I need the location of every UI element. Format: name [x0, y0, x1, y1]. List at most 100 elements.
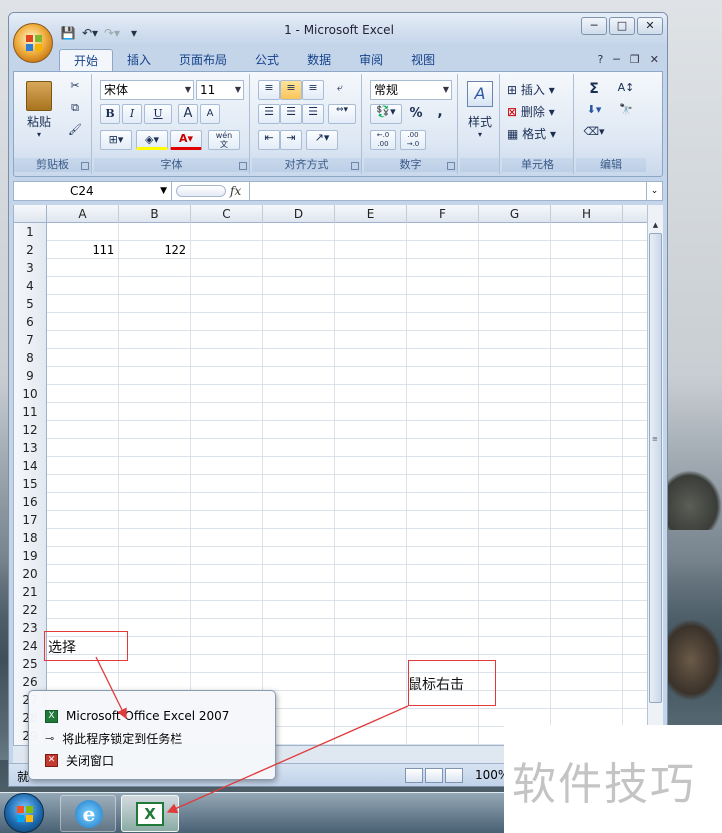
cell[interactable] [119, 331, 191, 349]
cell[interactable] [335, 637, 407, 655]
cell[interactable] [119, 493, 191, 511]
cell[interactable] [119, 601, 191, 619]
cell[interactable] [479, 457, 551, 475]
cell[interactable]: 111 [47, 241, 119, 259]
wrap-text-icon[interactable]: ⤶ [328, 80, 352, 100]
cell[interactable] [191, 601, 263, 619]
cell[interactable] [263, 385, 335, 403]
cell[interactable] [479, 313, 551, 331]
grow-font-button[interactable]: A [178, 104, 198, 124]
cell[interactable] [551, 673, 623, 691]
row-header[interactable]: 3 [14, 259, 47, 277]
styles-button[interactable]: A 样式 ▾ [464, 78, 496, 148]
cell[interactable] [551, 475, 623, 493]
column-header[interactable]: B [119, 205, 191, 223]
phonetic-button[interactable]: wén 文 [208, 130, 240, 150]
borders-button[interactable]: ⊞▾ [100, 130, 132, 150]
cell[interactable] [263, 673, 335, 691]
cell[interactable] [407, 727, 479, 745]
cell[interactable] [335, 583, 407, 601]
cell[interactable] [407, 619, 479, 637]
cell[interactable] [335, 259, 407, 277]
cell[interactable] [47, 403, 119, 421]
page-layout-view-icon[interactable] [425, 768, 443, 783]
taskbar-excel-button[interactable]: X [121, 795, 179, 832]
page-break-view-icon[interactable] [445, 768, 463, 783]
cell[interactable] [551, 619, 623, 637]
cell[interactable] [479, 529, 551, 547]
start-button[interactable] [4, 793, 44, 833]
cell[interactable] [407, 511, 479, 529]
cell[interactable] [47, 331, 119, 349]
normal-view-icon[interactable] [405, 768, 423, 783]
align-top-icon[interactable]: ≡ [258, 80, 280, 100]
font-color-button[interactable]: A▾ [170, 130, 202, 150]
tab-page-layout[interactable]: 页面布局 [165, 49, 241, 71]
cell[interactable] [407, 331, 479, 349]
cell[interactable] [407, 259, 479, 277]
cell[interactable] [263, 313, 335, 331]
cell[interactable] [407, 349, 479, 367]
underline-button[interactable]: U [144, 104, 172, 124]
cell[interactable] [191, 565, 263, 583]
cell[interactable] [191, 457, 263, 475]
cell[interactable] [263, 655, 335, 673]
cell[interactable] [335, 655, 407, 673]
cell[interactable] [335, 403, 407, 421]
cell[interactable] [191, 259, 263, 277]
cell[interactable] [119, 619, 191, 637]
taskbar-ie-button[interactable]: e [60, 795, 116, 832]
cell[interactable] [47, 385, 119, 403]
cell[interactable] [263, 619, 335, 637]
cell[interactable] [551, 439, 623, 457]
row-header[interactable]: 1 [14, 223, 47, 241]
italic-button[interactable]: I [122, 104, 142, 124]
cell[interactable] [407, 277, 479, 295]
cell[interactable] [407, 403, 479, 421]
cell[interactable] [119, 277, 191, 295]
cell[interactable] [335, 331, 407, 349]
cell[interactable] [407, 295, 479, 313]
cell[interactable] [263, 583, 335, 601]
cell[interactable] [263, 547, 335, 565]
cell[interactable] [407, 709, 479, 727]
tab-review[interactable]: 审阅 [345, 49, 397, 71]
orientation-icon[interactable]: ↗▾ [306, 130, 338, 150]
cell[interactable] [191, 241, 263, 259]
cell[interactable] [263, 601, 335, 619]
cell[interactable] [335, 277, 407, 295]
cell[interactable] [335, 709, 407, 727]
cell[interactable] [479, 619, 551, 637]
cell[interactable] [479, 403, 551, 421]
font-name-select[interactable]: 宋体 ▼ [100, 80, 194, 100]
cell[interactable] [47, 475, 119, 493]
row-header[interactable]: 13 [14, 439, 47, 457]
cell[interactable] [191, 403, 263, 421]
tab-formulas[interactable]: 公式 [241, 49, 293, 71]
format-painter-icon[interactable]: 🖌 [66, 122, 84, 140]
cell[interactable] [479, 277, 551, 295]
cell[interactable] [263, 277, 335, 295]
cell[interactable] [479, 493, 551, 511]
minimize-button[interactable]: ─ [581, 17, 607, 35]
cell[interactable] [191, 367, 263, 385]
cell[interactable] [47, 421, 119, 439]
cell[interactable] [191, 619, 263, 637]
cell[interactable] [47, 565, 119, 583]
cell[interactable] [551, 421, 623, 439]
cell[interactable] [191, 529, 263, 547]
cell[interactable] [335, 421, 407, 439]
cell[interactable] [335, 601, 407, 619]
cell[interactable] [191, 421, 263, 439]
cell[interactable] [119, 565, 191, 583]
cell[interactable] [407, 367, 479, 385]
cell[interactable] [191, 655, 263, 673]
cell[interactable] [47, 223, 119, 241]
cell[interactable] [479, 511, 551, 529]
number-format-select[interactable]: 常规 ▼ [370, 80, 452, 100]
jumplist-item-close[interactable]: ✕ 关闭窗口 [35, 749, 271, 771]
number-dialog-launcher[interactable] [447, 162, 455, 170]
tab-home[interactable]: 开始 [59, 49, 114, 71]
cell[interactable] [407, 565, 479, 583]
expand-formula-bar-icon[interactable]: ⌄ [646, 182, 662, 200]
